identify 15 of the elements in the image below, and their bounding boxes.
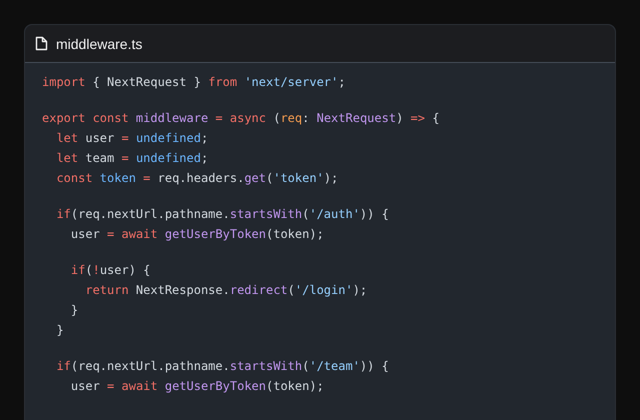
code-line: let user = undefined;: [55, 130, 208, 147]
file-name: middleware.ts: [56, 36, 142, 52]
code-line: user = await getUserByToken(token);: [70, 378, 324, 395]
code-line: }: [70, 302, 78, 319]
code-line: const token = req.headers.get('token');: [55, 170, 338, 187]
code-line: if(req.nextUrl.pathname.startsWith('/team')) {: [55, 358, 389, 375]
code-line: if(req.nextUrl.pathname.startsWith('/auth')) {: [55, 206, 389, 223]
code-line: }: [55, 322, 64, 339]
code-line: return NextResponse.redirect('/login');: [84, 282, 368, 299]
code-line: let team = undefined;: [55, 150, 208, 167]
code-line: export const middleware = async (req: NextRequest) => {: [42, 110, 440, 127]
code-line: user = await getUserByToken(token);: [70, 226, 324, 243]
code-line: if(!user) {: [70, 262, 150, 279]
file-icon: [35, 36, 48, 51]
code-line: import { NextRequest } from 'next/server';: [42, 74, 346, 91]
